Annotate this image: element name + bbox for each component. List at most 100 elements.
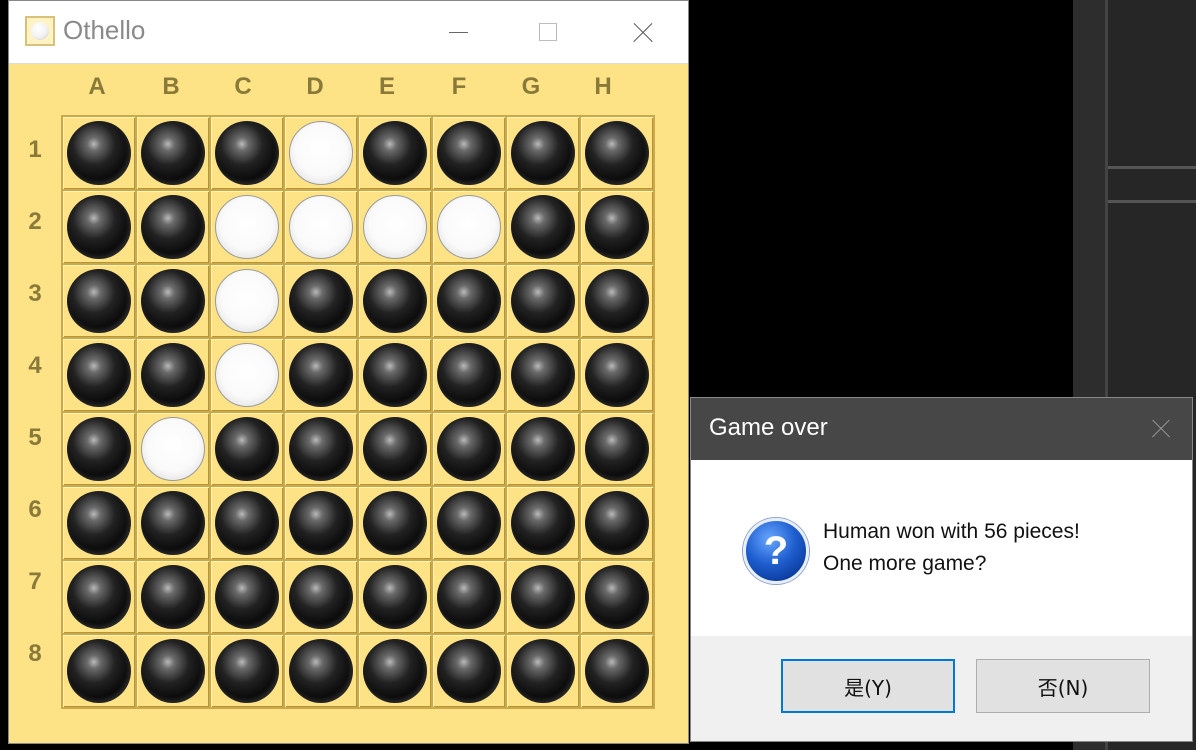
no-button[interactable]: 否(N) <box>976 659 1150 713</box>
board-cell-b7[interactable] <box>137 561 209 633</box>
board-cell-e5[interactable] <box>359 413 431 485</box>
board-cell-f6[interactable] <box>433 487 505 559</box>
board-cell-d1[interactable] <box>285 117 357 189</box>
board-cell-f1[interactable] <box>433 117 505 189</box>
board-cell-b4[interactable] <box>137 339 209 411</box>
board-cell-b8[interactable] <box>137 635 209 707</box>
board-cell-d2[interactable] <box>285 191 357 263</box>
board-cell-c4[interactable] <box>211 339 283 411</box>
board-cell-d4[interactable] <box>285 339 357 411</box>
board-cell-h4[interactable] <box>581 339 653 411</box>
column-label: B <box>162 73 180 100</box>
black-piece <box>67 639 131 703</box>
board-cell-c2[interactable] <box>211 191 283 263</box>
board-cell-b1[interactable] <box>137 117 209 189</box>
board-cell-d3[interactable] <box>285 265 357 337</box>
board-cell-a5[interactable] <box>63 413 135 485</box>
board-cell-h5[interactable] <box>581 413 653 485</box>
board-cell-g5[interactable] <box>507 413 579 485</box>
board-cell-d7[interactable] <box>285 561 357 633</box>
board-cell-f3[interactable] <box>433 265 505 337</box>
board-cell-e3[interactable] <box>359 265 431 337</box>
black-piece <box>67 491 131 555</box>
dialog-question: One more game? <box>823 552 987 575</box>
black-piece <box>289 417 353 481</box>
board-cell-g6[interactable] <box>507 487 579 559</box>
board-cell-c3[interactable] <box>211 265 283 337</box>
board-cell-g4[interactable] <box>507 339 579 411</box>
board-cell-h7[interactable] <box>581 561 653 633</box>
black-piece <box>141 491 205 555</box>
black-piece <box>363 343 427 407</box>
board-cell-g1[interactable] <box>507 117 579 189</box>
black-piece <box>585 343 649 407</box>
board-cell-e1[interactable] <box>359 117 431 189</box>
dialog-close-button[interactable] <box>1148 416 1174 442</box>
black-piece <box>215 417 279 481</box>
board-cell-a4[interactable] <box>63 339 135 411</box>
board-cell-e8[interactable] <box>359 635 431 707</box>
board-cell-d8[interactable] <box>285 635 357 707</box>
board-cell-h2[interactable] <box>581 191 653 263</box>
board-cell-c5[interactable] <box>211 413 283 485</box>
board-cell-f8[interactable] <box>433 635 505 707</box>
black-piece <box>511 491 575 555</box>
board-cell-a6[interactable] <box>63 487 135 559</box>
board-cell-b3[interactable] <box>137 265 209 337</box>
board-cell-a7[interactable] <box>63 561 135 633</box>
board-cell-f7[interactable] <box>433 561 505 633</box>
black-piece <box>141 195 205 259</box>
board-cell-e6[interactable] <box>359 487 431 559</box>
board-cell-e4[interactable] <box>359 339 431 411</box>
board-cell-a1[interactable] <box>63 117 135 189</box>
close-button[interactable] <box>619 11 665 53</box>
black-piece <box>141 565 205 629</box>
board-cell-e2[interactable] <box>359 191 431 263</box>
maximize-button[interactable] <box>525 11 571 53</box>
board-cell-f4[interactable] <box>433 339 505 411</box>
dialog-titlebar[interactable]: Game over <box>691 398 1192 460</box>
board-cell-c1[interactable] <box>211 117 283 189</box>
board-cell-a3[interactable] <box>63 265 135 337</box>
black-piece <box>363 565 427 629</box>
black-piece <box>289 491 353 555</box>
black-piece <box>585 195 649 259</box>
black-piece <box>141 343 205 407</box>
board-cell-b6[interactable] <box>137 487 209 559</box>
board-cell-d5[interactable] <box>285 413 357 485</box>
white-piece <box>215 195 279 259</box>
row-label: 6 <box>28 496 42 523</box>
board-cell-c8[interactable] <box>211 635 283 707</box>
minimize-button[interactable] <box>435 11 481 53</box>
board-cell-a2[interactable] <box>63 191 135 263</box>
black-piece <box>289 269 353 333</box>
board-cell-a8[interactable] <box>63 635 135 707</box>
black-piece <box>511 269 575 333</box>
black-piece <box>215 639 279 703</box>
board-cell-b2[interactable] <box>137 191 209 263</box>
board-cell-d6[interactable] <box>285 487 357 559</box>
black-piece <box>437 269 501 333</box>
board-cell-b5[interactable] <box>137 413 209 485</box>
black-piece <box>363 639 427 703</box>
board-cell-e7[interactable] <box>359 561 431 633</box>
board-cell-c7[interactable] <box>211 561 283 633</box>
row-label: 2 <box>28 208 42 235</box>
board-cell-f5[interactable] <box>433 413 505 485</box>
board-cell-h3[interactable] <box>581 265 653 337</box>
board-cell-g7[interactable] <box>507 561 579 633</box>
game-board <box>61 115 655 709</box>
yes-button[interactable]: 是(Y) <box>781 659 955 713</box>
board-cell-c6[interactable] <box>211 487 283 559</box>
black-piece <box>363 491 427 555</box>
board-cell-g3[interactable] <box>507 265 579 337</box>
window-titlebar[interactable]: Othello <box>9 1 688 64</box>
board-cell-g8[interactable] <box>507 635 579 707</box>
board-cell-f2[interactable] <box>433 191 505 263</box>
board-cell-g2[interactable] <box>507 191 579 263</box>
white-piece <box>289 195 353 259</box>
black-piece <box>67 417 131 481</box>
board-cell-h6[interactable] <box>581 487 653 559</box>
board-cell-h8[interactable] <box>581 635 653 707</box>
board-cell-h1[interactable] <box>581 117 653 189</box>
